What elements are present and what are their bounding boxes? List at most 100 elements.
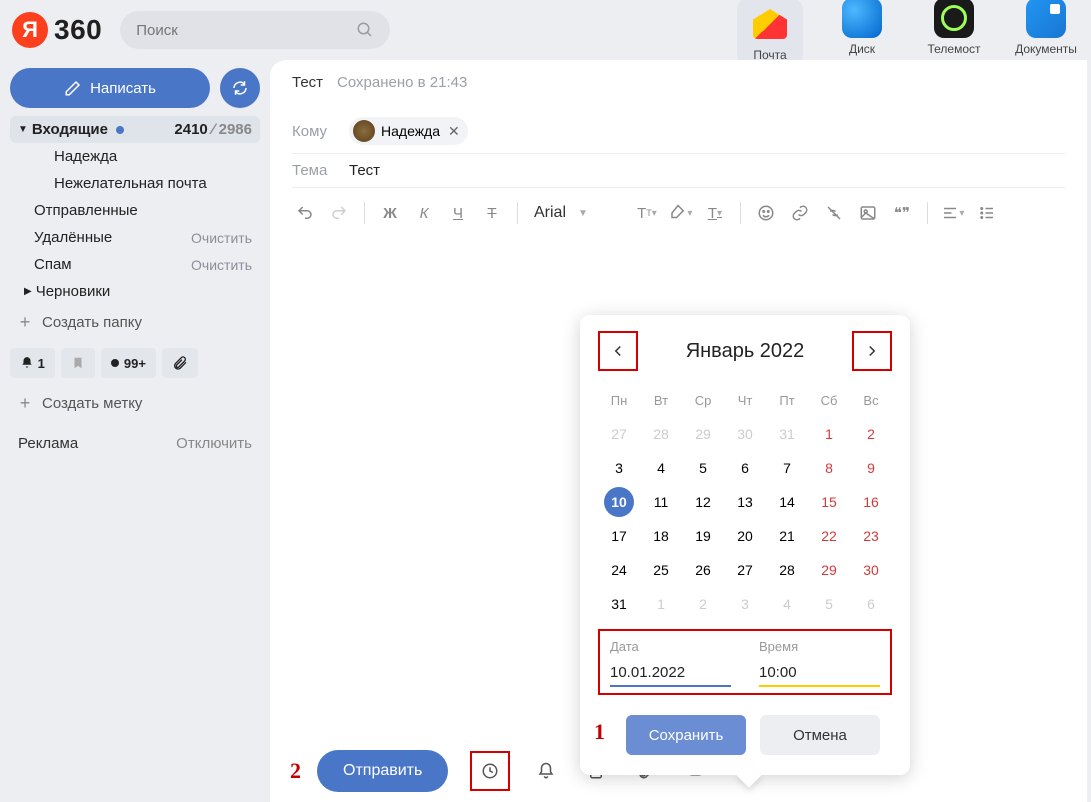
emoji-icon [757, 204, 775, 222]
schedule-button[interactable] [470, 751, 510, 791]
list-button[interactable] [974, 200, 1000, 226]
calendar-day[interactable]: 23 [850, 519, 892, 553]
calendar-day[interactable]: 12 [682, 485, 724, 519]
remove-recipient-icon[interactable]: ✕ [448, 123, 460, 140]
next-month-button[interactable] [857, 336, 887, 366]
strike-button[interactable]: Т [479, 200, 505, 226]
folder-nadezhda[interactable]: Надежда [10, 143, 260, 170]
app-docs[interactable]: Документы [1013, 0, 1079, 56]
font-size-button[interactable]: TT▾ [634, 200, 660, 226]
emoji-button[interactable] [753, 200, 779, 226]
calendar-day[interactable]: 25 [640, 553, 682, 587]
calendar-day[interactable]: 31 [598, 587, 640, 621]
calendar-day[interactable]: 26 [682, 553, 724, 587]
calendar-day[interactable]: 3 [598, 451, 640, 485]
save-button[interactable]: Сохранить [626, 715, 746, 755]
calendar-day[interactable]: 28 [766, 553, 808, 587]
tag-bell[interactable]: 1 [10, 348, 55, 378]
font-selector[interactable]: Arial [530, 204, 570, 222]
search-box[interactable] [120, 11, 390, 49]
calendar-day[interactable]: 14 [766, 485, 808, 519]
send-button[interactable]: Отправить [317, 750, 448, 792]
calendar-day[interactable]: 28 [640, 417, 682, 451]
folder-inbox[interactable]: ▼ Входящие 2410 ∕ 2986 [10, 116, 260, 143]
calendar-day[interactable]: 30 [850, 553, 892, 587]
image-button[interactable] [855, 200, 881, 226]
time-input[interactable] [759, 660, 880, 687]
recipient-chip[interactable]: Надежда ✕ [349, 117, 468, 145]
cancel-button[interactable]: Отмена [760, 715, 880, 755]
link-button[interactable] [787, 200, 813, 226]
caret-down-icon: ▼ [578, 208, 588, 219]
prev-month-button[interactable] [603, 336, 633, 366]
highlight-button[interactable]: T▾ [702, 200, 728, 226]
calendar-day[interactable]: 31 [766, 417, 808, 451]
app-mail[interactable]: Почта [737, 0, 803, 66]
calendar-day[interactable]: 18 [640, 519, 682, 553]
calendar-day[interactable]: 16 [850, 485, 892, 519]
calendar-day[interactable]: 24 [598, 553, 640, 587]
calendar-day[interactable]: 9 [850, 451, 892, 485]
calendar-day[interactable]: 30 [724, 417, 766, 451]
redo-button[interactable] [326, 200, 352, 226]
calendar-day[interactable]: 29 [808, 553, 850, 587]
tag-attach[interactable] [162, 348, 198, 378]
calendar-day-selected[interactable]: 10 [604, 487, 634, 517]
search-input[interactable] [136, 22, 356, 39]
ad-row: Реклама Отключить [10, 421, 260, 452]
align-button[interactable]: ▾ [940, 200, 966, 226]
quote-button[interactable]: ❝❞ [889, 200, 915, 226]
calendar-day[interactable]: 17 [598, 519, 640, 553]
italic-button[interactable]: К [411, 200, 437, 226]
calendar-day[interactable]: 5 [808, 587, 850, 621]
bold-button[interactable]: Ж [377, 200, 403, 226]
calendar-day[interactable]: 21 [766, 519, 808, 553]
calendar-day[interactable]: 7 [766, 451, 808, 485]
app-disk[interactable]: Диск [829, 0, 895, 56]
to-field[interactable]: Кому Надежда ✕ [292, 109, 1065, 154]
clear-spam[interactable]: Очистить [191, 257, 252, 273]
calendar-day[interactable]: 11 [640, 485, 682, 519]
calendar-day[interactable]: 1 [640, 587, 682, 621]
tag-count[interactable]: 99+ [101, 348, 156, 378]
folder-drafts[interactable]: ▶ Черновики [10, 278, 260, 305]
folder-junk[interactable]: Нежелательная почта [10, 170, 260, 197]
calendar-day[interactable]: 4 [640, 451, 682, 485]
calendar-day[interactable]: 27 [724, 553, 766, 587]
create-label[interactable]: + Создать метку [10, 386, 260, 421]
calendar-day[interactable]: 20 [724, 519, 766, 553]
calendar-day[interactable]: 15 [808, 485, 850, 519]
calendar-day[interactable]: 3 [724, 587, 766, 621]
underline-button[interactable]: Ч [445, 200, 471, 226]
calendar-day[interactable]: 27 [598, 417, 640, 451]
calendar-day[interactable]: 4 [766, 587, 808, 621]
calendar-day[interactable]: 1 [808, 417, 850, 451]
clear-deleted[interactable]: Очистить [191, 230, 252, 246]
calendar-day[interactable]: 29 [682, 417, 724, 451]
app-telemost[interactable]: Телемост [921, 0, 987, 56]
font-color-button[interactable]: ▾ [668, 200, 694, 226]
calendar-day[interactable]: 2 [850, 417, 892, 451]
undo-button[interactable] [292, 200, 318, 226]
calendar-day[interactable]: 13 [724, 485, 766, 519]
folder-deleted[interactable]: Удалённые Очистить [10, 224, 260, 251]
date-input[interactable] [610, 660, 731, 687]
calendar-day[interactable]: 2 [682, 587, 724, 621]
calendar-day[interactable]: 5 [682, 451, 724, 485]
calendar-day[interactable]: 6 [850, 587, 892, 621]
folder-sent[interactable]: Отправленные [10, 197, 260, 224]
calendar-day[interactable]: 8 [808, 451, 850, 485]
unlink-button[interactable] [821, 200, 847, 226]
logo[interactable]: Я 360 [12, 12, 102, 48]
calendar-day[interactable]: 6 [724, 451, 766, 485]
reminder-button[interactable] [532, 757, 560, 785]
create-folder[interactable]: + Создать папку [10, 305, 260, 340]
folder-spam[interactable]: Спам Очистить [10, 251, 260, 278]
compose-button[interactable]: Написать [10, 68, 210, 108]
subject-field[interactable]: Тема Тест [292, 154, 1065, 188]
refresh-button[interactable] [220, 68, 260, 108]
calendar-day[interactable]: 22 [808, 519, 850, 553]
ad-disable[interactable]: Отключить [176, 435, 252, 452]
calendar-day[interactable]: 19 [682, 519, 724, 553]
tag-bookmark[interactable] [61, 348, 95, 378]
